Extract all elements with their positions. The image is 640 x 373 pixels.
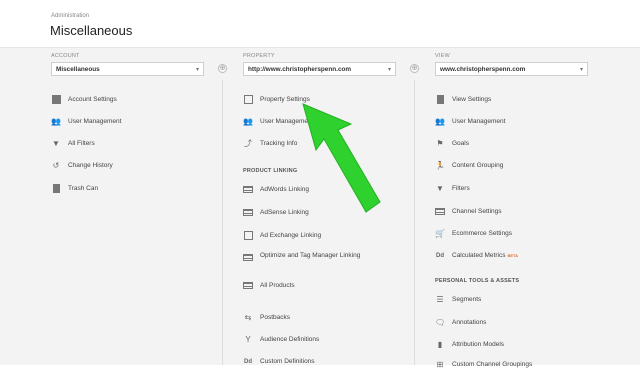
- green-arrow-shape: [302, 103, 381, 213]
- green-arrow-annotation: [302, 103, 381, 213]
